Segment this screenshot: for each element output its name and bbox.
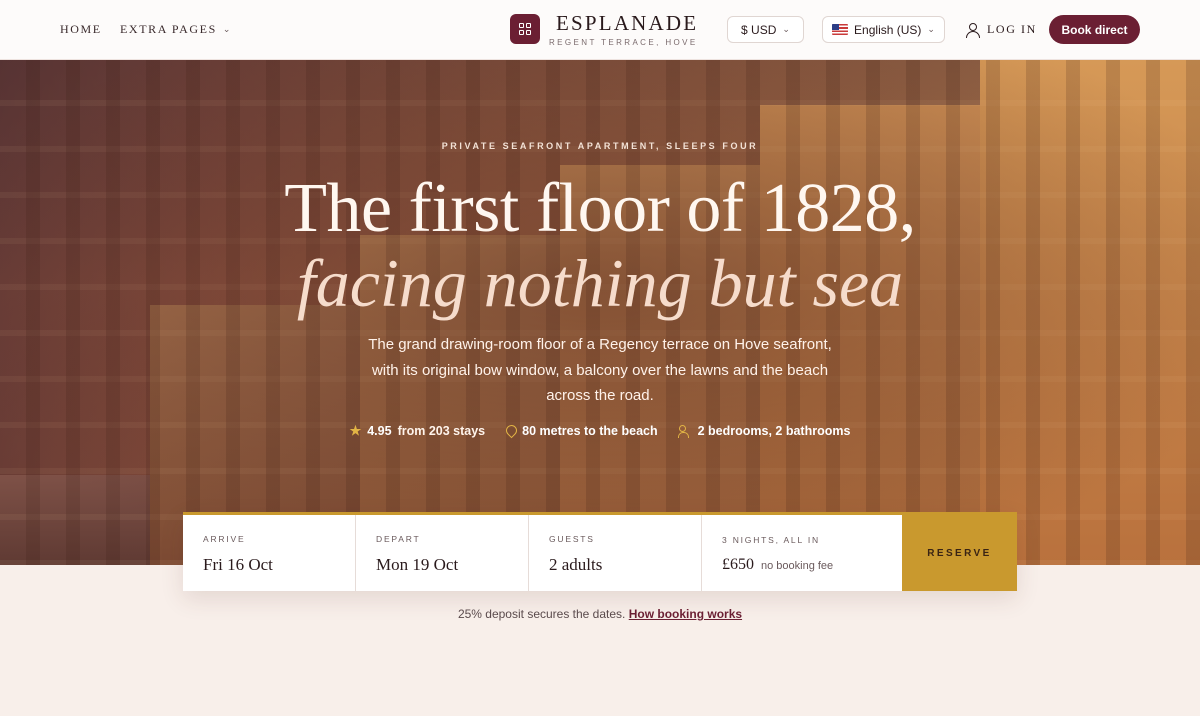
people-icon — [677, 425, 692, 438]
depart-label: DEPART — [376, 534, 421, 544]
guests-field[interactable]: GUESTS 2 adults — [529, 515, 702, 591]
guests-label: GUESTS — [549, 534, 595, 544]
hero-description: The grand drawing-room floor of a Regenc… — [368, 336, 832, 404]
nav-home-link[interactable]: HOME — [60, 22, 102, 37]
rating-note: from 203 stays — [397, 424, 486, 438]
rating-stat: ★ 4.95 from 203 stays — [350, 423, 486, 439]
rooms-value: 2 bedrooms, 2 bathrooms — [697, 424, 851, 438]
how-booking-works-link[interactable]: How booking works — [629, 607, 742, 621]
rating-value: 4.95 — [367, 424, 392, 438]
hero-eyebrow: PRIVATE SEAFRONT APARTMENT, SLEEPS FOUR — [441, 141, 759, 151]
booking-bar: ARRIVE Fri 16 Oct DEPART Mon 19 Oct GUES… — [183, 512, 1017, 591]
chevron-down-icon: ⌄ — [927, 24, 935, 34]
price-note: no booking fee — [761, 560, 834, 572]
language-label: English (US) — [854, 22, 922, 37]
nav-extra-pages-label: EXTRA PAGES — [120, 22, 217, 36]
hero-headline: The first floor of 1828, — [284, 170, 916, 247]
price-summary: 3 NIGHTS, ALL IN £650 no booking fee — [702, 515, 902, 591]
currency-select[interactable]: $ USD ⌄ — [727, 16, 804, 43]
deposit-note: 25% deposit secures the dates. How booki… — [0, 607, 1200, 621]
total-label: 3 NIGHTS, ALL IN — [722, 535, 820, 545]
hero-headline-italic: facing nothing but sea — [296, 245, 904, 321]
nav-extra-pages-menu[interactable]: EXTRA PAGES ⌄ — [120, 22, 232, 37]
login-link[interactable]: LOG IN — [965, 22, 1037, 38]
guests-value: 2 adults — [549, 555, 603, 574]
location-pin-icon — [505, 425, 516, 438]
chevron-down-icon: ⌄ — [782, 24, 790, 34]
arrive-label: ARRIVE — [203, 534, 246, 544]
rooms-stat: 2 bedrooms, 2 bathrooms — [677, 423, 851, 439]
distance-value: 80 metres to the beach — [522, 424, 658, 438]
reserve-button[interactable]: RESERVE — [902, 515, 1017, 591]
distance-stat: 80 metres to the beach — [505, 423, 657, 439]
arrive-value: Fri 16 Oct — [203, 555, 273, 574]
book-direct-button[interactable]: Book direct — [1049, 15, 1140, 44]
user-icon — [965, 22, 980, 38]
chevron-down-icon: ⌄ — [222, 24, 232, 34]
hero-stats: ★ 4.95 from 203 stays 80 metres to the b… — [0, 423, 1200, 439]
login-label: LOG IN — [987, 22, 1037, 36]
arrive-field[interactable]: ARRIVE Fri 16 Oct — [183, 515, 356, 591]
deposit-text: 25% deposit secures the dates. — [457, 607, 626, 621]
brand-subtitle: REGENT TERRACE, HOVE — [549, 38, 698, 47]
depart-field[interactable]: DEPART Mon 19 Oct — [356, 515, 529, 591]
currency-label: $ USD — [741, 22, 777, 37]
total-price: £650 — [722, 556, 754, 573]
us-flag-icon — [832, 24, 849, 35]
star-icon: ★ — [349, 423, 362, 438]
logo-icon[interactable] — [510, 14, 540, 44]
language-select[interactable]: English (US) ⌄ — [822, 16, 945, 43]
brand-name[interactable]: ESPLANADE — [556, 11, 698, 36]
depart-value: Mon 19 Oct — [376, 555, 459, 574]
site-header: HOME EXTRA PAGES ⌄ ESPLANADE REGENT TERR… — [0, 0, 1200, 60]
